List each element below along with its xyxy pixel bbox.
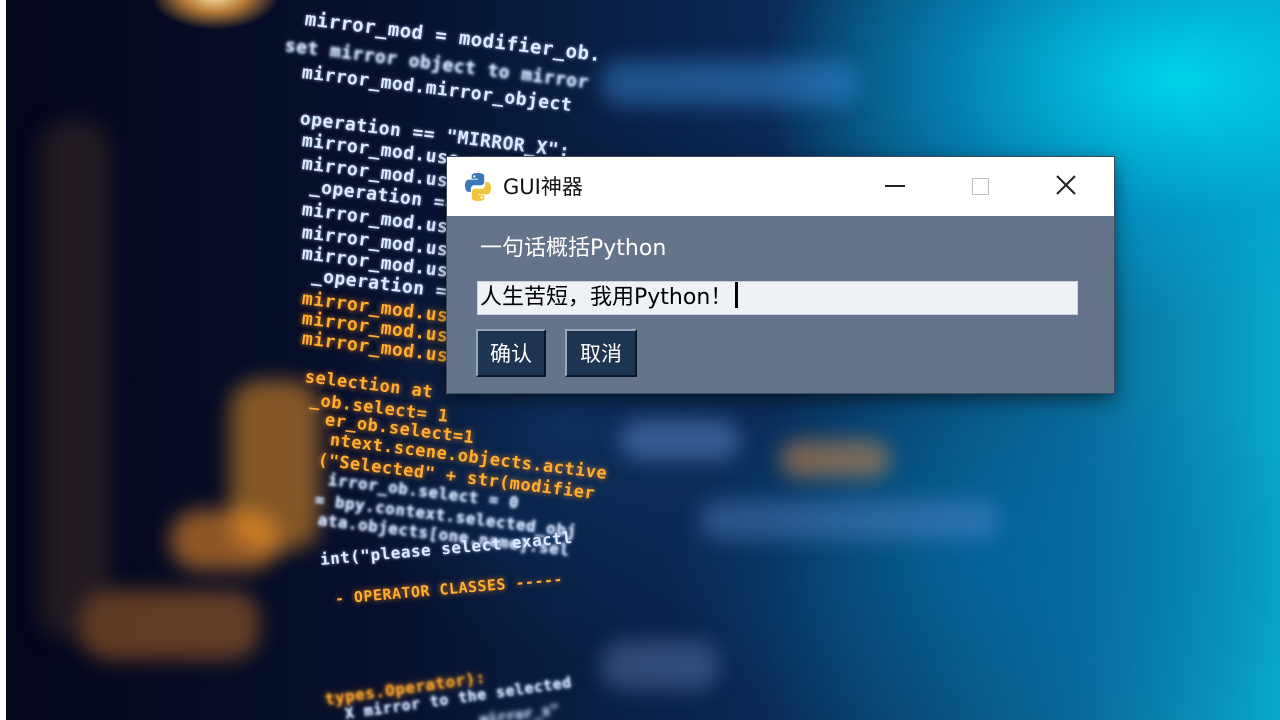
maximize-button[interactable]	[938, 157, 1024, 216]
text-caret	[735, 282, 739, 308]
close-icon	[1056, 175, 1076, 195]
cancel-button[interactable]: 取消	[565, 329, 637, 377]
close-button[interactable]	[1024, 157, 1110, 216]
maximize-icon	[972, 178, 989, 195]
answer-input[interactable]: 人生苦短，我用Python！	[477, 281, 1078, 315]
confirm-button[interactable]: 确认	[476, 329, 546, 377]
gui-dialog-window: GUI神器 一句话概括Python 人生苦短，我用Python！ 确认 取消	[447, 157, 1114, 393]
minimize-button[interactable]	[852, 157, 938, 216]
prompt-label: 一句话概括Python	[480, 236, 667, 261]
code-line: - OPERATOR CLASSES -----	[334, 570, 564, 608]
minimize-icon	[885, 185, 905, 187]
window-title: GUI神器	[503, 175, 583, 199]
python-logo-icon	[465, 173, 491, 201]
title-bar[interactable]: GUI神器	[447, 157, 1114, 216]
input-text: 人生苦短，我用Python！	[480, 285, 733, 310]
code-line: mirror_x"	[478, 701, 561, 720]
